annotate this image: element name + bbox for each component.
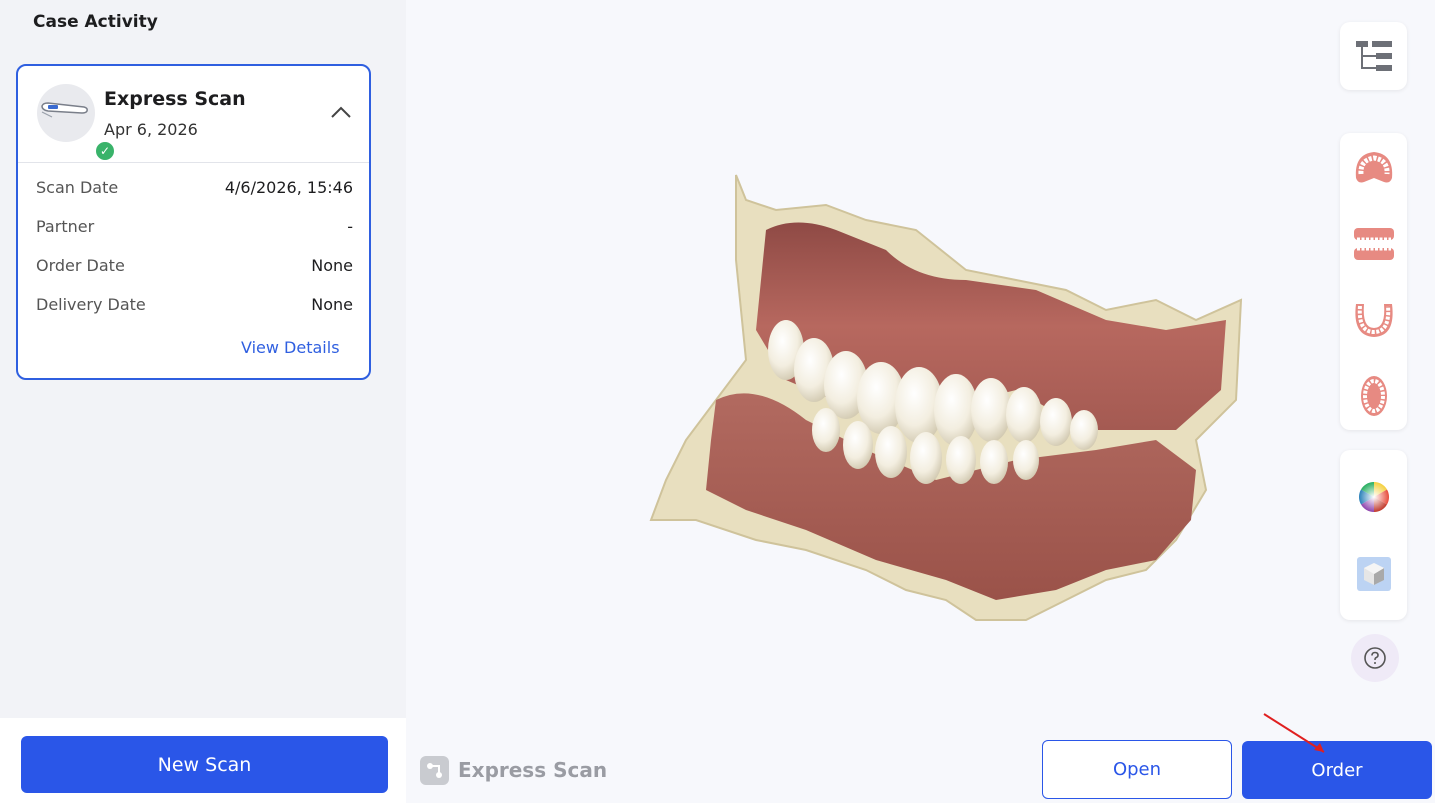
sidebar-title: Case Activity <box>33 12 158 32</box>
open-button[interactable]: Open <box>1042 740 1232 799</box>
scanner-icon <box>41 102 88 118</box>
jaw-view-panel <box>1340 133 1407 430</box>
detail-value: 4/6/2026, 15:46 <box>224 178 353 197</box>
tree-view-icon[interactable] <box>1350 32 1397 79</box>
case-date: Apr 6, 2026 <box>104 120 198 139</box>
detail-row-delivery-date: Delivery Date None <box>36 295 353 317</box>
detail-label: Order Date <box>36 256 125 275</box>
case-card-header[interactable]: ✓ Express Scan Apr 6, 2026 <box>18 66 369 163</box>
express-scan-logo-icon <box>420 756 449 785</box>
scan-viewer[interactable]: Express Scan Open Order <box>406 0 1435 803</box>
case-title: Express Scan <box>104 88 246 110</box>
both-jaws-icon[interactable] <box>1350 220 1397 267</box>
lower-jaw-icon[interactable] <box>1350 296 1397 343</box>
check-icon: ✓ <box>94 140 116 162</box>
detail-label: Delivery Date <box>36 295 146 314</box>
sidebar-footer: New Scan <box>0 718 406 803</box>
detail-value: - <box>347 217 353 236</box>
help-icon[interactable] <box>1351 634 1399 682</box>
brand-name: Express Scan <box>458 758 608 782</box>
dental-model-3d[interactable] <box>636 160 1256 630</box>
detail-row-partner: Partner - <box>36 217 353 239</box>
render-mode-panel <box>1340 450 1407 620</box>
view-details-link[interactable]: View Details <box>241 338 340 357</box>
detail-row-order-date: Order Date None <box>36 256 353 278</box>
scanner-avatar: ✓ <box>37 84 116 162</box>
detail-row-scan-date: Scan Date 4/6/2026, 15:46 <box>36 178 353 200</box>
upper-jaw-occlusal-icon[interactable] <box>1350 372 1397 419</box>
upper-jaw-icon[interactable] <box>1350 144 1397 191</box>
annotation-arrow-icon <box>1263 713 1325 753</box>
new-scan-button[interactable]: New Scan <box>21 736 388 793</box>
chevron-up-icon[interactable] <box>330 104 352 120</box>
case-card[interactable]: ✓ Express Scan Apr 6, 2026 Scan Date 4/6… <box>16 64 371 380</box>
detail-label: Scan Date <box>36 178 119 197</box>
color-wheel-icon[interactable] <box>1350 473 1397 520</box>
tree-panel <box>1340 22 1407 90</box>
detail-value: None <box>311 295 353 314</box>
detail-value: None <box>311 256 353 275</box>
detail-label: Partner <box>36 217 95 236</box>
mono-cube-icon[interactable] <box>1350 550 1397 597</box>
sidebar: Case Activity ✓ Express Scan Apr 6, 2026… <box>0 0 406 803</box>
